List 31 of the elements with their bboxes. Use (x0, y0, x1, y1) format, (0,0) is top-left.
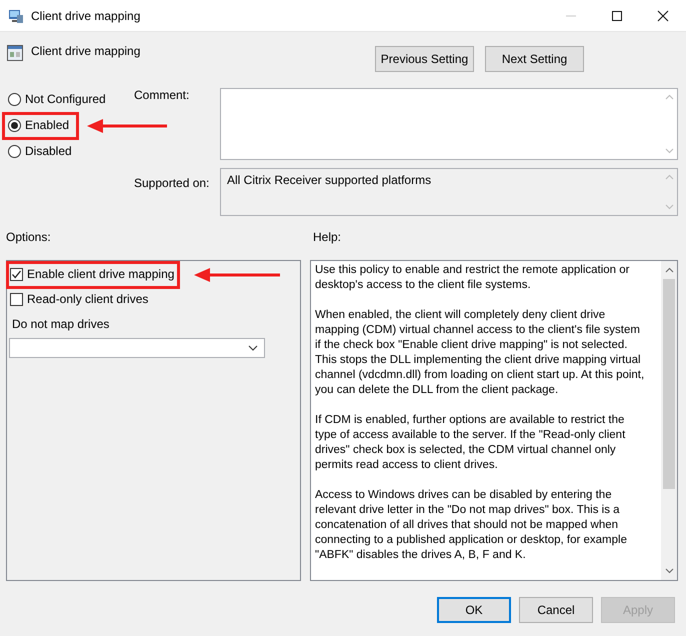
scroll-down-icon[interactable] (664, 568, 674, 574)
dropdown-label: Do not map drives (12, 317, 110, 331)
maximize-icon[interactable] (611, 10, 623, 22)
help-label: Help: (313, 230, 342, 246)
dialog-button[interactable]: OK (437, 597, 511, 623)
nav-button[interactable]: Previous Setting (375, 46, 474, 72)
scroll-up-icon[interactable] (664, 267, 674, 273)
checkmark-icon (11, 268, 22, 280)
help-paragraph: When enabled, the client will completely deny client drive mapping (CDM) virtual channel access to the client's file system if the check box "Enable client drive mapping" is not selected. This stops the DLL implementing the client drive mapping virtual channel (vdcdmn.dll) from loading on client start up. At this point, you can delete the DLL from the client package. (315, 308, 646, 398)
help-paragraph: If CDM is enabled, further options are available to restrict the type of access available to the server. If the "Read-only client drives" check box is selected, the CDM virtual channel only permits read access to client drives. (315, 413, 626, 473)
radio-option[interactable]: Disabled (8, 144, 72, 158)
checkbox-option[interactable]: Enable client drive mapping (10, 267, 174, 281)
dialog-button[interactable]: Cancel (519, 597, 593, 623)
policy-name: Client drive mapping (31, 44, 140, 58)
scrollbar[interactable] (661, 261, 677, 580)
drives-dropdown[interactable] (9, 338, 265, 358)
radio-option[interactable]: Not Configured (8, 92, 106, 106)
window-title: Client drive mapping (31, 8, 140, 22)
policy-app-icon (8, 8, 24, 24)
policy-setting-icon (7, 45, 23, 61)
supported-platforms-field: All Citrix Receiver supported platforms (220, 168, 678, 216)
close-icon[interactable] (657, 10, 669, 22)
options-label: Options: (6, 230, 52, 246)
supported-on-label: Supported on: (134, 175, 210, 192)
help-paragraph: Access to Windows drives can be disabled by entering the relevant drive letter in the "Do not map drives" box. This is a concatenation of all drives that should not be mapped when connecting to a published application or desktop, for example "ABFK" disables the drives A, B, F and K. (315, 488, 628, 563)
comment-label: Comment: (134, 88, 190, 104)
chevron-down-icon (248, 345, 258, 351)
radio-option[interactable]: Enabled (8, 118, 70, 132)
help-paragraph: Use this policy to enable and restrict the remote application or desktop's access to the client file systems. (315, 263, 630, 293)
nav-button[interactable]: Next Setting (485, 46, 584, 72)
checkbox-option[interactable]: Read-only client drives (10, 292, 148, 306)
